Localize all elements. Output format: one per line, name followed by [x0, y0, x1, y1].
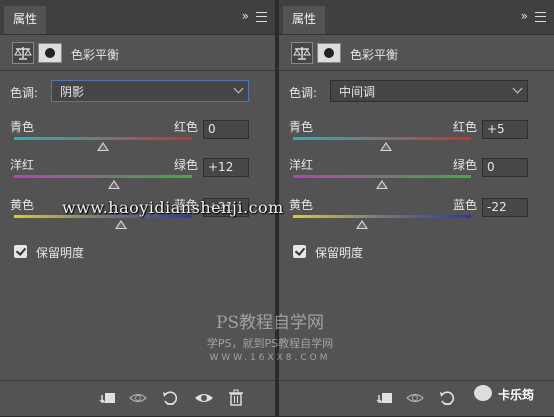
- balance-icon[interactable]: [12, 42, 34, 64]
- slider-right-label: 绿色: [173, 158, 198, 172]
- clip-to-layer-icon[interactable]: [375, 389, 395, 407]
- wechat-name: 卡乐筠: [498, 388, 535, 402]
- tone-select[interactable]: 阴影: [51, 80, 249, 102]
- watermark-url-text: www.haoyidianshenji.com: [62, 198, 284, 217]
- divider: [279, 70, 554, 71]
- slider-cyan-red: 青色 红色 +5: [289, 118, 534, 158]
- panel-menu-icon[interactable]: [535, 12, 546, 22]
- tab-properties[interactable]: 属性: [283, 6, 326, 34]
- panel-tabbar: 属性 »: [279, 0, 554, 35]
- mask-icon[interactable]: [38, 43, 62, 63]
- watermark-url: www.haoyidianshenji.com: [0, 198, 554, 222]
- tone-label: 色调:: [289, 86, 318, 100]
- value-field[interactable]: 0: [482, 158, 528, 177]
- collapse-icon[interactable]: »: [521, 9, 528, 23]
- slider-left-label: 青色: [289, 120, 314, 134]
- reset-icon[interactable]: [437, 389, 457, 407]
- checkbox-checked-icon[interactable]: [293, 245, 306, 258]
- value-field[interactable]: +5: [482, 120, 528, 139]
- slider-track[interactable]: [14, 137, 192, 140]
- adjustment-title: 色彩平衡: [71, 48, 120, 62]
- slider-left-label: 洋红: [289, 158, 314, 172]
- watermark-brand-url: WWW.16XX8.COM: [209, 353, 331, 363]
- clip-to-layer-icon[interactable]: [98, 389, 118, 407]
- adjustment-header: 色彩平衡: [279, 38, 554, 68]
- view-previous-icon[interactable]: [128, 389, 148, 407]
- panel-menu-icon[interactable]: [256, 12, 267, 22]
- watermark-brand-sub: 学PS，就到PS教程自学网: [206, 337, 334, 350]
- adjustment-header: 色彩平衡: [0, 38, 275, 68]
- slider-magenta-green: 洋红 绿色 +12: [10, 156, 255, 196]
- slider-right-label: 红色: [173, 120, 198, 134]
- slider-magenta-green: 洋红 绿色 0: [289, 156, 534, 196]
- mask-icon[interactable]: [317, 43, 341, 63]
- tone-label: 色调:: [10, 86, 39, 100]
- wechat-badge: 卡乐筠: [474, 383, 554, 405]
- tone-select-value: 中间调: [339, 85, 376, 99]
- slider-cyan-red: 青色 红色 0: [10, 118, 255, 158]
- chevron-down-icon: [512, 83, 523, 94]
- value-field[interactable]: +12: [203, 158, 249, 177]
- watermark-brand: PS教程自学网 学PS，就到PS教程自学网 WWW.16XX8.COM: [170, 308, 370, 363]
- value-field[interactable]: 0: [203, 120, 249, 139]
- collapse-icon[interactable]: »: [242, 9, 249, 23]
- slider-track[interactable]: [14, 175, 192, 178]
- preserve-luminosity-label: 保留明度: [315, 246, 364, 260]
- view-previous-icon[interactable]: [405, 389, 425, 407]
- tone-select-value: 阴影: [60, 85, 85, 99]
- panel-footer: [0, 380, 275, 417]
- tone-row: 色调: 阴影: [10, 80, 255, 104]
- tab-properties[interactable]: 属性: [4, 6, 47, 34]
- watermark-brand-name: PS教程自学网: [215, 313, 325, 333]
- chevron-down-icon: [233, 83, 244, 94]
- reset-icon[interactable]: [160, 389, 180, 407]
- slider-left-label: 洋红: [10, 158, 35, 172]
- trash-icon[interactable]: [226, 389, 246, 407]
- slider-right-label: 红色: [452, 120, 477, 134]
- adjustment-title: 色彩平衡: [350, 48, 399, 62]
- slider-left-label: 青色: [10, 120, 35, 134]
- tone-row: 色调: 中间调: [289, 80, 534, 104]
- visibility-icon[interactable]: [194, 389, 214, 407]
- wechat-icon: [474, 385, 492, 401]
- slider-right-label: 绿色: [452, 158, 477, 172]
- preserve-luminosity-label: 保留明度: [36, 246, 85, 260]
- balance-icon[interactable]: [291, 42, 313, 64]
- slider-track[interactable]: [293, 175, 471, 178]
- checkbox-checked-icon[interactable]: [14, 245, 27, 258]
- panel-tabbar: 属性 »: [0, 0, 275, 35]
- divider: [0, 70, 275, 71]
- tone-select[interactable]: 中间调: [330, 80, 528, 102]
- slider-track[interactable]: [293, 137, 471, 140]
